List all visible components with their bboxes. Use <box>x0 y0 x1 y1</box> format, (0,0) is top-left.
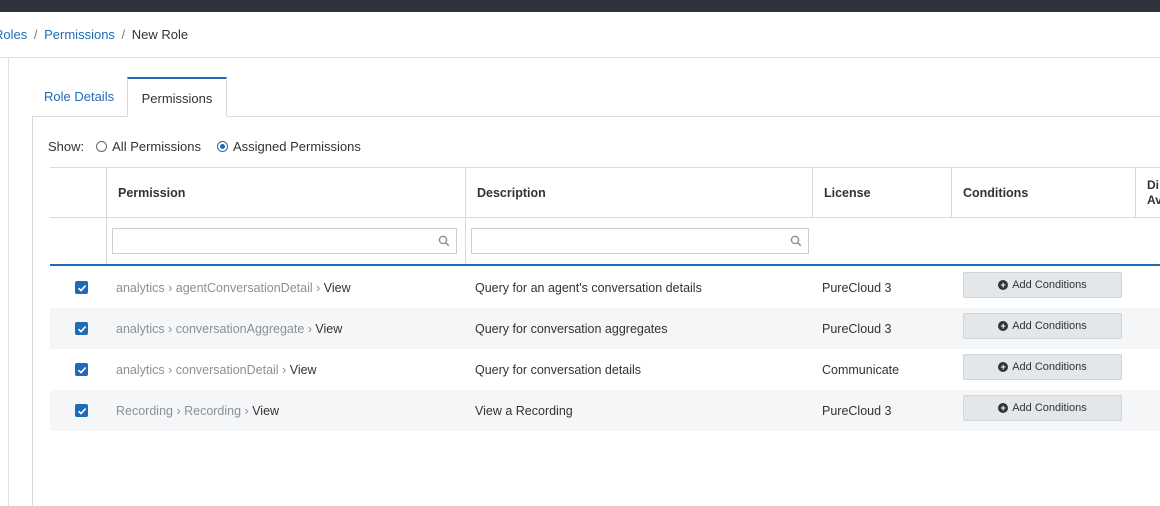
row-checkbox[interactable] <box>75 281 88 294</box>
description-cell: Query for conversation aggregates <box>475 321 668 336</box>
tab-permissions[interactable]: Permissions <box>127 77 227 117</box>
permission-filter-input[interactable] <box>113 229 456 253</box>
checkmark-icon <box>77 284 86 292</box>
panel-border <box>32 116 33 506</box>
description-cell: Query for conversation details <box>475 362 642 377</box>
row-checkbox-cell <box>75 308 88 349</box>
conditions-cell: + Add Conditions <box>951 267 1135 308</box>
header-select <box>50 168 106 217</box>
search-icon <box>438 235 450 247</box>
table-row: analytics › agentConversationDetail › Vi… <box>50 267 1160 308</box>
permission-cell: Recording › Recording › View <box>116 390 279 431</box>
search-icon <box>790 235 802 247</box>
permission-filter-box <box>112 228 457 254</box>
header-license[interactable]: License <box>812 168 951 217</box>
breadcrumb-separator: / <box>33 27 38 42</box>
header-permission[interactable]: Permission <box>106 168 465 217</box>
plus-circle-icon: + <box>998 321 1009 331</box>
permission-path: Recording › Recording › <box>116 403 249 418</box>
breadcrumb-permissions-link[interactable]: Permissions <box>44 27 115 42</box>
all-permissions-radio[interactable] <box>96 140 108 152</box>
conditions-cell: + Add Conditions <box>951 390 1135 431</box>
add-conditions-button[interactable]: + Add Conditions <box>963 313 1122 339</box>
add-conditions-label: Add Conditions <box>1012 361 1087 373</box>
add-conditions-button[interactable]: + Add Conditions <box>963 395 1122 421</box>
row-checkbox[interactable] <box>75 404 88 417</box>
plus-circle-icon: + <box>998 362 1009 372</box>
add-conditions-button[interactable]: + Add Conditions <box>963 272 1122 298</box>
header-description[interactable]: Description <box>465 168 812 217</box>
checkmark-icon <box>77 325 86 333</box>
description-filter-input[interactable] <box>472 229 808 253</box>
content-border <box>8 58 9 506</box>
row-checkbox[interactable] <box>75 363 88 376</box>
tab-role-details[interactable]: Role Details <box>32 77 126 117</box>
all-permissions-label[interactable]: All Permissions <box>112 139 201 154</box>
add-conditions-label: Add Conditions <box>1012 402 1087 414</box>
breadcrumb-separator: / <box>121 27 126 42</box>
add-conditions-label: Add Conditions <box>1012 320 1087 332</box>
row-checkbox-cell <box>75 390 88 431</box>
breadcrumb-current: New Role <box>131 27 189 42</box>
filter-select-cell <box>50 218 106 264</box>
add-conditions-button[interactable]: + Add Conditions <box>963 354 1122 380</box>
assigned-permissions-label[interactable]: Assigned Permissions <box>233 139 361 154</box>
row-checkbox-cell <box>75 349 88 390</box>
permission-path: analytics › conversationAggregate › <box>116 321 312 336</box>
header-conditions[interactable]: Conditions <box>951 168 1135 217</box>
permission-cell: analytics › conversationAggregate › View <box>116 308 342 349</box>
header-divisions[interactable]: Di Av <box>1135 168 1160 217</box>
checkmark-icon <box>77 366 86 374</box>
permission-action: View <box>323 280 351 295</box>
permission-path: analytics › conversationDetail › <box>116 362 287 377</box>
top-bar <box>0 0 1160 12</box>
table-header: Permission Description License Condition… <box>50 167 1160 218</box>
plus-circle-icon: + <box>998 403 1009 413</box>
add-conditions-label: Add Conditions <box>1012 279 1087 291</box>
description-cell: Query for an agent's conversation detail… <box>475 280 702 295</box>
table-row: analytics › conversationAggregate › View… <box>50 308 1160 349</box>
license-cell: PureCloud 3 <box>822 321 892 336</box>
permission-path: analytics › agentConversationDetail › <box>116 280 321 295</box>
table-row: Recording › Recording › View View a Reco… <box>50 390 1160 431</box>
filter-description-cell <box>465 218 812 264</box>
description-cell: View a Recording <box>475 403 573 418</box>
show-label: Show: <box>48 138 85 154</box>
permission-action: View <box>252 403 280 418</box>
description-filter-box <box>471 228 809 254</box>
show-filter: Show: All Permissions Assigned Permissio… <box>48 137 365 155</box>
filter-empty-cell <box>812 218 1160 264</box>
permission-cell: analytics › agentConversationDetail › Vi… <box>116 267 351 308</box>
row-checkbox-cell <box>75 267 88 308</box>
checkmark-icon <box>77 407 86 415</box>
header-divider <box>0 57 1160 58</box>
license-cell: Communicate <box>822 362 900 377</box>
filter-row <box>50 218 1160 266</box>
assigned-permissions-radio[interactable] <box>217 140 228 152</box>
table-row: analytics › conversationDetail › View Qu… <box>50 349 1160 390</box>
plus-circle-icon: + <box>998 280 1009 290</box>
permission-action: View <box>289 362 317 377</box>
conditions-cell: + Add Conditions <box>951 308 1135 349</box>
permission-action: View <box>315 321 343 336</box>
permission-cell: analytics › conversationDetail › View <box>116 349 317 390</box>
conditions-cell: + Add Conditions <box>951 349 1135 390</box>
breadcrumb-roles-link[interactable]: Roles <box>0 27 27 42</box>
license-cell: PureCloud 3 <box>822 280 892 295</box>
license-cell: PureCloud 3 <box>822 403 892 418</box>
filter-permission-cell <box>106 218 465 264</box>
row-checkbox[interactable] <box>75 322 88 335</box>
